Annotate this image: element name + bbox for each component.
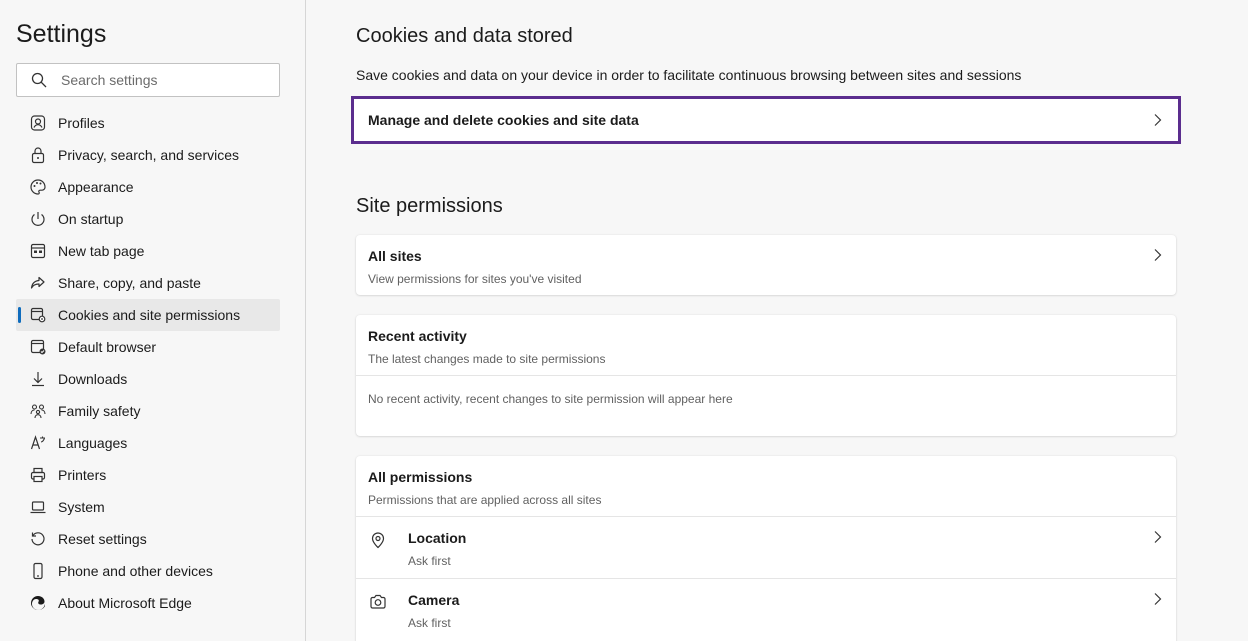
sidebar-item-label: On startup bbox=[58, 211, 124, 227]
search-input[interactable] bbox=[61, 72, 261, 88]
recent-activity-subtitle: The latest changes made to site permissi… bbox=[368, 352, 606, 366]
sidebar-item-downloads[interactable]: Downloads bbox=[16, 363, 280, 395]
permission-title: Location bbox=[408, 530, 467, 546]
edge-icon bbox=[29, 594, 47, 612]
permission-subtitle: Ask first bbox=[408, 554, 451, 568]
family-icon bbox=[29, 402, 47, 420]
profile-icon bbox=[29, 114, 47, 132]
sidebar-item-phone[interactable]: Phone and other devices bbox=[16, 555, 280, 587]
permission-subtitle: Ask first bbox=[408, 616, 451, 630]
all-permissions-subtitle: Permissions that are applied across all … bbox=[368, 493, 602, 507]
permission-title: Camera bbox=[408, 592, 460, 608]
chevron-right-icon bbox=[1152, 248, 1164, 262]
location-icon bbox=[369, 531, 387, 549]
cookies-section-title: Cookies and data stored bbox=[356, 25, 573, 47]
sidebar-item-label: Privacy, search, and services bbox=[58, 147, 240, 163]
all-permissions-card: All permissions Permissions that are app… bbox=[356, 456, 1176, 641]
sidebar-item-label: New tab page bbox=[58, 243, 145, 259]
manage-cookies-button[interactable]: Manage and delete cookies and site data bbox=[351, 96, 1181, 144]
sidebar-item-label: Family safety bbox=[58, 403, 141, 419]
recent-activity-empty-text: No recent activity, recent changes to si… bbox=[368, 392, 733, 406]
recent-activity-card: Recent activity The latest changes made … bbox=[356, 315, 1176, 436]
permission-row-location[interactable]: Location Ask first bbox=[356, 517, 1176, 578]
download-icon bbox=[29, 370, 47, 388]
sidebar-item-appearance[interactable]: Appearance bbox=[16, 171, 280, 203]
sidebar-item-label: Appearance bbox=[58, 179, 134, 195]
search-icon bbox=[31, 72, 47, 88]
search-box[interactable] bbox=[16, 63, 280, 97]
sidebar-item-new-tab[interactable]: New tab page bbox=[16, 235, 280, 267]
sidebar-item-label: Downloads bbox=[58, 371, 128, 387]
all-permissions-header: All permissions Permissions that are app… bbox=[356, 456, 1176, 516]
sidebar-item-label: Share, copy, and paste bbox=[58, 275, 201, 291]
cookies-section-description: Save cookies and data on your device in … bbox=[356, 67, 1022, 83]
sidebar-item-reset[interactable]: Reset settings bbox=[16, 523, 280, 555]
grid-icon bbox=[29, 242, 47, 260]
laptop-icon bbox=[29, 498, 47, 516]
sidebar-item-cookies[interactable]: Cookies and site permissions bbox=[16, 299, 280, 331]
reset-icon bbox=[29, 530, 47, 548]
sidebar-item-languages[interactable]: Languages bbox=[16, 427, 280, 459]
recent-activity-empty: No recent activity, recent changes to si… bbox=[356, 376, 1176, 406]
chevron-right-icon bbox=[1152, 530, 1164, 544]
sidebar-item-privacy[interactable]: Privacy, search, and services bbox=[16, 139, 280, 171]
site-permissions-title: Site permissions bbox=[356, 195, 503, 217]
sidebar-item-label: Default browser bbox=[58, 339, 157, 355]
sidebar-item-label: Profiles bbox=[58, 115, 105, 131]
all-sites-card[interactable]: All sites View permissions for sites you… bbox=[356, 235, 1176, 295]
sidebar-item-family-safety[interactable]: Family safety bbox=[16, 395, 280, 427]
recent-activity-header: Recent activity The latest changes made … bbox=[356, 315, 1176, 375]
sidebar-item-share[interactable]: Share, copy, and paste bbox=[16, 267, 280, 299]
sidebar-item-label: Printers bbox=[58, 467, 107, 483]
sidebar-item-label: Cookies and site permissions bbox=[58, 307, 241, 323]
all-permissions-title: All permissions bbox=[368, 469, 473, 485]
printer-icon bbox=[29, 466, 47, 484]
all-sites-subtitle: View permissions for sites you've visite… bbox=[368, 272, 582, 286]
sidebar-item-system[interactable]: System bbox=[16, 491, 280, 523]
sidebar-item-label: About Microsoft Edge bbox=[58, 595, 192, 611]
cookie-icon bbox=[29, 306, 47, 324]
all-sites-title: All sites bbox=[368, 248, 422, 264]
sidebar-item-label: System bbox=[58, 499, 105, 515]
settings-sidebar: Settings Profiles Privacy, search, and s… bbox=[0, 0, 306, 641]
sidebar-item-about[interactable]: About Microsoft Edge bbox=[16, 587, 280, 619]
share-icon bbox=[29, 274, 47, 292]
power-icon bbox=[29, 210, 47, 228]
sidebar-item-printers[interactable]: Printers bbox=[16, 459, 280, 491]
lock-icon bbox=[29, 146, 47, 164]
permission-row-camera[interactable]: Camera Ask first bbox=[356, 579, 1176, 640]
sidebar-item-profiles[interactable]: Profiles bbox=[16, 107, 280, 139]
sidebar-item-label: Reset settings bbox=[58, 531, 147, 547]
camera-icon bbox=[369, 593, 387, 611]
palette-icon bbox=[29, 178, 47, 196]
browser-icon bbox=[29, 338, 47, 356]
manage-cookies-label: Manage and delete cookies and site data bbox=[368, 112, 639, 128]
all-sites-row[interactable]: All sites View permissions for sites you… bbox=[356, 235, 1176, 286]
chevron-right-icon bbox=[1152, 113, 1164, 127]
sidebar-item-default-browser[interactable]: Default browser bbox=[16, 331, 280, 363]
sidebar-item-label: Phone and other devices bbox=[58, 563, 213, 579]
recent-activity-title: Recent activity bbox=[368, 328, 467, 344]
sidebar-nav: Profiles Privacy, search, and services A… bbox=[16, 107, 280, 619]
phone-icon bbox=[29, 562, 47, 580]
sidebar-item-label: Languages bbox=[58, 435, 128, 451]
sidebar-title: Settings bbox=[16, 20, 107, 48]
sidebar-item-startup[interactable]: On startup bbox=[16, 203, 280, 235]
chevron-right-icon bbox=[1152, 592, 1164, 606]
language-icon bbox=[29, 434, 47, 452]
